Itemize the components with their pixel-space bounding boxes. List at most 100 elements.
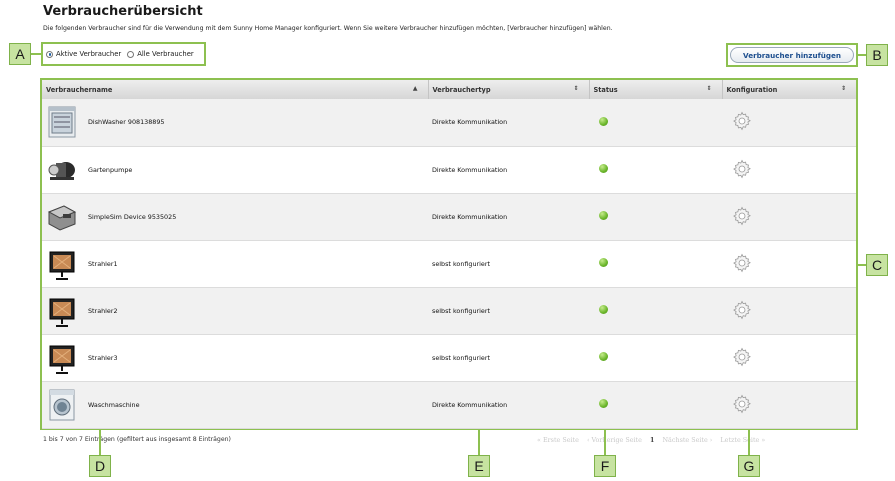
last-page-link[interactable]: Letzte Seite » (720, 436, 765, 444)
consumer-type-cell: selbst konfiguriert (428, 287, 589, 335)
consumer-name[interactable]: Strahler1 (88, 260, 118, 268)
gear-icon[interactable] (732, 206, 752, 226)
table-row[interactable]: Strahler2 selbst konfiguriert (42, 287, 856, 335)
consumer-table: Verbrauchername ▲ Verbrauchertyp ⇕ Status ⇕… (42, 80, 856, 429)
page-description: Die folgenden Verbraucher sind für die V… (43, 25, 613, 32)
table-info: 1 bis 7 von 7 Einträgen (gefiltert aus i… (43, 436, 231, 443)
consumer-type: selbst konfiguriert (432, 353, 490, 362)
consumer-type: Direkte Kommunikation (432, 118, 508, 127)
table-row[interactable]: DishWasher 908138895 Direkte Kommunikatio… (42, 99, 856, 147)
consumer-status-cell (589, 99, 722, 147)
consumer-config-cell (722, 193, 856, 241)
gear-icon[interactable] (732, 111, 752, 131)
consumer-type-cell: Direkte Kommunikation (428, 193, 589, 241)
status-indicator-icon (599, 164, 608, 173)
radio-all-label[interactable]: Alle Verbraucher (137, 50, 193, 58)
status-indicator-icon (599, 352, 608, 361)
status-indicator-icon (599, 116, 608, 126)
callout-c: C (866, 254, 888, 276)
callout-d: D (89, 455, 111, 477)
consumer-status-cell (589, 193, 722, 241)
consumer-name[interactable]: DishWasher 908138895 (88, 118, 164, 126)
consumer-name-cell: DishWasher 908138895 (42, 99, 428, 147)
status-indicator-icon (599, 258, 608, 267)
pagination: « Erste Seite ‹ Vorherige Seite 1 Nächst… (537, 436, 771, 444)
consumer-name-cell: Strahler3 (42, 334, 428, 382)
next-page-link[interactable]: Nächste Seite › (662, 436, 712, 444)
consumer-type: selbst konfiguriert (432, 259, 490, 268)
consumer-name[interactable]: SimpleSim Device 9535025 (88, 213, 176, 221)
consumer-name-cell: Strahler1 (42, 240, 428, 288)
callout-line-g (748, 430, 750, 456)
column-header-status[interactable]: Status ⇕ (589, 80, 723, 99)
consumer-table-frame: Verbrauchername ▲ Verbrauchertyp ⇕ Status ⇕… (40, 78, 858, 430)
page-title: Verbraucherübersicht (43, 4, 203, 19)
callout-a: A (9, 43, 31, 65)
consumer-name[interactable]: Waschmaschine (88, 401, 140, 409)
consumer-config-cell (722, 240, 856, 288)
consumer-filter: Aktive Verbraucher Alle Verbraucher (41, 42, 206, 66)
washing-machine-icon (46, 388, 78, 422)
consumer-type-cell: Direkte Kommunikation (428, 99, 589, 147)
table-row[interactable]: SimpleSim Device 9535025 Direkte Kommunik… (42, 193, 856, 241)
device-icon (46, 200, 78, 234)
callout-line-d (99, 430, 101, 456)
consumer-config-cell (722, 146, 856, 194)
consumer-name-cell: Gartenpumpe (42, 146, 428, 194)
consumer-status-cell (589, 334, 722, 382)
add-consumer-button[interactable]: Verbraucher hinzufügen (730, 47, 854, 63)
callout-b: B (866, 44, 888, 66)
current-page[interactable]: 1 (650, 436, 654, 444)
column-header-name[interactable]: Verbrauchername ▲ (42, 80, 429, 99)
callout-line-a (31, 53, 41, 55)
status-indicator-icon (599, 211, 608, 220)
consumer-type: Direkte Kommunikation (432, 400, 508, 409)
callout-f: F (594, 455, 616, 477)
sort-ascending-icon[interactable]: ▲ (413, 85, 418, 92)
table-row[interactable]: Strahler1 selbst konfiguriert (42, 240, 856, 288)
sortable-icon[interactable]: ⇕ (706, 85, 711, 92)
gear-icon[interactable] (732, 394, 752, 414)
consumer-name[interactable]: Strahler2 (88, 307, 118, 315)
radio-active-label[interactable]: Aktive Verbraucher (56, 50, 121, 58)
consumer-name[interactable]: Strahler3 (88, 354, 118, 362)
consumer-type-cell: selbst konfiguriert (428, 334, 589, 382)
add-consumer-highlight: Verbraucher hinzufügen (726, 43, 858, 67)
table-row[interactable]: Strahler3 selbst konfiguriert (42, 334, 856, 382)
gear-icon[interactable] (732, 300, 752, 320)
consumer-type-cell: selbst konfiguriert (428, 240, 589, 288)
radio-active-consumers[interactable] (46, 50, 53, 58)
column-header-configuration[interactable]: Konfiguration ⇕ (722, 80, 856, 99)
consumer-type: Direkte Kommunikation (432, 212, 508, 221)
radio-all-consumers[interactable] (127, 50, 135, 58)
table-row[interactable]: Waschmaschine Direkte Kommunikation (42, 381, 856, 429)
floodlight-icon (46, 341, 78, 375)
gear-icon[interactable] (732, 159, 752, 179)
consumer-config-cell (722, 381, 856, 429)
callout-line-e (478, 430, 480, 456)
previous-page-link[interactable]: ‹ Vorherige Seite (587, 436, 642, 444)
consumer-name-cell: Strahler2 (42, 287, 428, 335)
gear-icon[interactable] (732, 347, 752, 367)
sortable-icon[interactable]: ⇕ (841, 85, 846, 92)
consumer-type: Direkte Kommunikation (432, 165, 508, 174)
consumer-type-cell: Direkte Kommunikation (428, 381, 589, 429)
consumer-status-cell (589, 146, 722, 194)
status-indicator-icon (599, 399, 608, 408)
callout-e: E (468, 455, 490, 477)
callout-line-b (858, 54, 866, 56)
consumer-name-cell: Waschmaschine (42, 381, 428, 429)
callout-g: G (738, 455, 760, 477)
gear-icon[interactable] (732, 253, 752, 273)
table-header-row: Verbrauchername ▲ Verbrauchertyp ⇕ Status ⇕… (42, 80, 856, 99)
table-row[interactable]: Gartenpumpe Direkte Kommunikation (42, 146, 856, 194)
consumer-name[interactable]: Gartenpumpe (88, 166, 132, 174)
consumer-config-cell (722, 99, 856, 147)
consumer-type: selbst konfiguriert (432, 306, 490, 315)
sortable-icon[interactable]: ⇕ (573, 85, 578, 92)
first-page-link[interactable]: « Erste Seite (537, 436, 579, 444)
consumer-config-cell (722, 334, 856, 382)
callout-line-f (604, 430, 606, 456)
column-header-type[interactable]: Verbrauchertyp ⇕ (428, 80, 590, 99)
consumer-status-cell (589, 381, 722, 429)
